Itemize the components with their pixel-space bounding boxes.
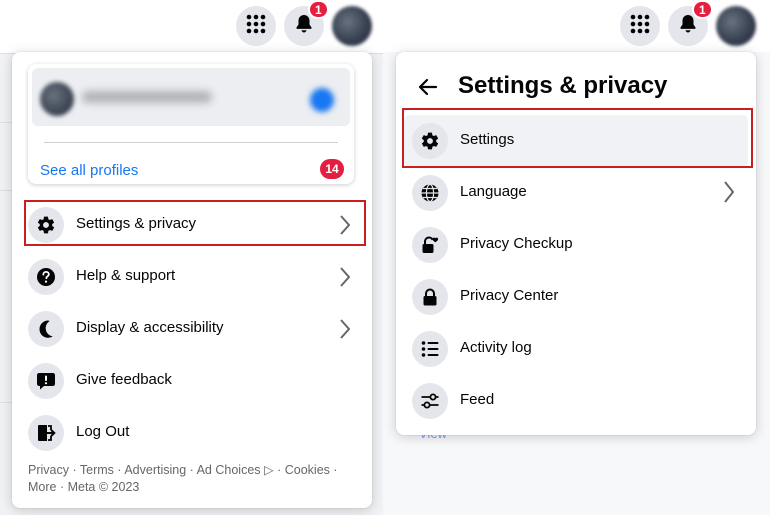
sliders-icon xyxy=(412,383,448,419)
account-avatar[interactable] xyxy=(332,6,372,46)
menu-item-feed[interactable]: Feed xyxy=(404,375,748,427)
menu-item-privacy-checkup[interactable]: Privacy Checkup xyxy=(404,219,748,271)
globe-icon xyxy=(412,175,448,211)
menu-item-label: Activity log xyxy=(460,339,532,356)
background-divider xyxy=(0,190,12,191)
background-divider xyxy=(0,402,12,403)
menu-item-label: Log Out xyxy=(76,423,130,440)
footer-link-more[interactable]: More xyxy=(28,480,56,494)
profile-avatar xyxy=(40,82,74,116)
highlight-box xyxy=(402,108,753,168)
account-menu: See all profiles 14 Settings & privacy H… xyxy=(12,52,372,508)
lock-heart-icon xyxy=(412,227,448,263)
feedback-icon xyxy=(28,363,64,399)
menu-item-label: Privacy Checkup xyxy=(460,235,573,252)
help-icon xyxy=(28,259,64,295)
menu-item-display-accessibility[interactable]: Display & accessibility xyxy=(20,303,364,355)
menu-item-log-out[interactable]: Log Out xyxy=(20,407,364,459)
logout-icon xyxy=(28,415,64,451)
right-screen: View 1 Settings & privacy Settings xyxy=(383,0,770,515)
background-divider xyxy=(0,122,12,123)
back-arrow-icon[interactable] xyxy=(416,75,440,99)
bell-icon xyxy=(679,14,697,39)
menu-item-give-feedback[interactable]: Give feedback xyxy=(20,355,364,407)
notifications-badge: 1 xyxy=(692,0,713,19)
menu-button[interactable] xyxy=(236,6,276,46)
menu-item-label: Privacy Center xyxy=(460,287,559,304)
menu-item-label: Language xyxy=(460,183,527,200)
chevron-right-icon xyxy=(724,181,734,203)
switch-profile-icon[interactable] xyxy=(310,88,334,112)
profiles-count-badge: 14 xyxy=(320,159,344,179)
menu-item-label: Give feedback xyxy=(76,371,172,388)
footer-link-ad-choices[interactable]: Ad Choices xyxy=(197,463,261,477)
menu-button[interactable] xyxy=(620,6,660,46)
footer-link-advertising[interactable]: Advertising xyxy=(124,463,186,477)
profile-row[interactable] xyxy=(32,68,350,126)
menu-item-language[interactable]: Language xyxy=(404,167,748,219)
divider xyxy=(44,142,338,143)
profile-name-redacted xyxy=(82,91,212,103)
profile-card: See all profiles 14 xyxy=(28,64,354,184)
notifications-badge: 1 xyxy=(308,0,329,19)
highlight-box xyxy=(24,200,366,246)
grid-menu-icon xyxy=(246,14,266,39)
copyright: Meta © 2023 xyxy=(67,480,140,494)
left-screen: 1 See all profiles 14 Settings & privacy xyxy=(0,0,383,515)
bell-icon xyxy=(295,14,313,39)
ad-choices-icon: ▷ xyxy=(264,463,274,477)
settings-privacy-menu: Settings & privacy Settings Language Pri… xyxy=(396,52,756,435)
panel-title: Settings & privacy xyxy=(458,72,668,99)
footer-link-terms[interactable]: Terms xyxy=(80,463,114,477)
list-icon xyxy=(412,331,448,367)
chevron-right-icon xyxy=(340,319,350,339)
menu-item-privacy-center[interactable]: Privacy Center xyxy=(404,271,748,323)
menu-item-help-support[interactable]: Help & support xyxy=(20,251,364,303)
footer-link-privacy[interactable]: Privacy xyxy=(28,463,69,477)
menu-item-label: Feed xyxy=(460,391,495,408)
menu-item-activity-log[interactable]: Activity log xyxy=(404,323,748,375)
account-avatar[interactable] xyxy=(716,6,756,46)
lock-icon xyxy=(412,279,448,315)
chevron-right-icon xyxy=(340,267,350,287)
grid-menu-icon xyxy=(630,14,650,39)
footer-link-cookies[interactable]: Cookies xyxy=(285,463,330,477)
see-all-profiles-link[interactable]: See all profiles xyxy=(40,162,138,179)
menu-item-label: Display & accessibility xyxy=(76,319,224,336)
menu-item-label: Help & support xyxy=(76,267,176,284)
moon-icon xyxy=(28,311,64,347)
footer-links: Privacy · Terms · Advertising · Ad Choic… xyxy=(28,463,338,494)
